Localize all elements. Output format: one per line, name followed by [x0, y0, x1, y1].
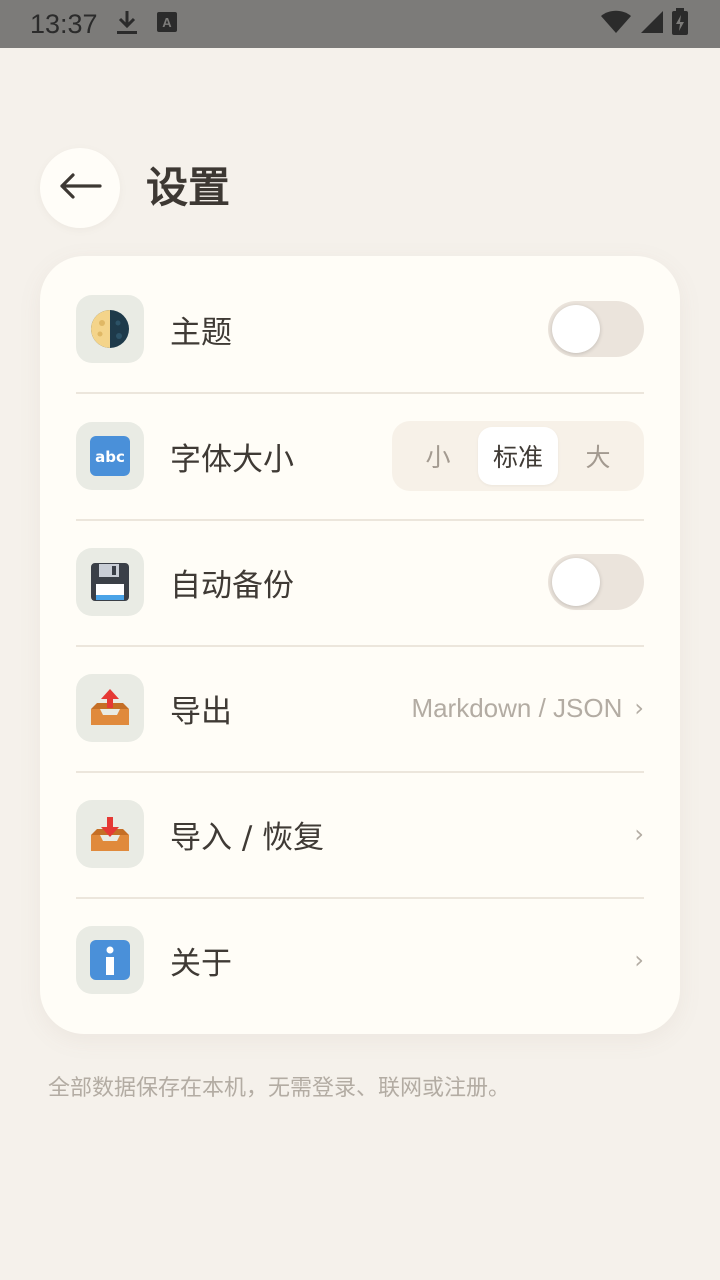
app-a-icon: A — [156, 11, 178, 37]
battery-charging-icon — [670, 8, 690, 40]
outbox-tray-icon — [76, 674, 144, 742]
half-moon-icon — [76, 295, 144, 363]
font-size-label: 字体大小 — [170, 441, 294, 478]
footer-note: 全部数据保存在本机，无需登录、联网或注册。 — [48, 1076, 511, 1101]
auto-backup-row[interactable]: 自动备份 — [76, 519, 644, 645]
export-value: Markdown / JSON — [411, 692, 623, 723]
wifi-icon — [600, 10, 632, 38]
signal-icon — [638, 10, 664, 38]
info-icon — [76, 926, 144, 994]
floppy-disk-icon — [76, 548, 144, 616]
font-size-option-standard[interactable]: 标准 — [478, 427, 558, 485]
about-row[interactable]: 关于 › — [76, 897, 644, 1023]
settings-card: 主题 abc 字体大小 小 标准 大 自动备份 导出 Markdown / JS… — [40, 256, 680, 1034]
auto-backup-label: 自动备份 — [170, 567, 294, 604]
chevron-right-icon: › — [634, 946, 644, 974]
chevron-right-icon: › — [634, 694, 644, 722]
auto-backup-toggle[interactable] — [548, 554, 644, 610]
toggle-knob — [552, 558, 600, 606]
inbox-tray-icon — [76, 800, 144, 868]
font-size-selector: 小 标准 大 — [392, 421, 644, 491]
status-time: 13:37 — [30, 8, 98, 39]
download-icon — [116, 9, 138, 39]
theme-row[interactable]: 主题 — [76, 266, 644, 392]
import-row[interactable]: 导入 / 恢复 › — [76, 771, 644, 897]
font-size-option-large[interactable]: 大 — [558, 427, 638, 485]
svg-text:A: A — [162, 15, 172, 30]
theme-toggle[interactable] — [548, 301, 644, 357]
arrow-left-icon — [58, 172, 102, 204]
back-button[interactable] — [40, 148, 120, 228]
chevron-right-icon: › — [634, 820, 644, 848]
theme-label: 主题 — [170, 314, 232, 351]
import-label: 导入 / 恢复 — [170, 819, 325, 856]
export-row[interactable]: 导出 Markdown / JSON › — [76, 645, 644, 771]
about-label: 关于 — [170, 945, 232, 982]
abc-icon: abc — [76, 422, 144, 490]
font-size-row: abc 字体大小 小 标准 大 — [76, 393, 644, 519]
page-title: 设置 — [146, 163, 231, 212]
status-bar: 13:37 A — [0, 0, 720, 48]
font-size-option-small[interactable]: 小 — [398, 427, 478, 485]
toggle-knob — [552, 305, 600, 353]
export-label: 导出 — [170, 693, 232, 730]
svg-text:abc: abc — [95, 448, 125, 466]
